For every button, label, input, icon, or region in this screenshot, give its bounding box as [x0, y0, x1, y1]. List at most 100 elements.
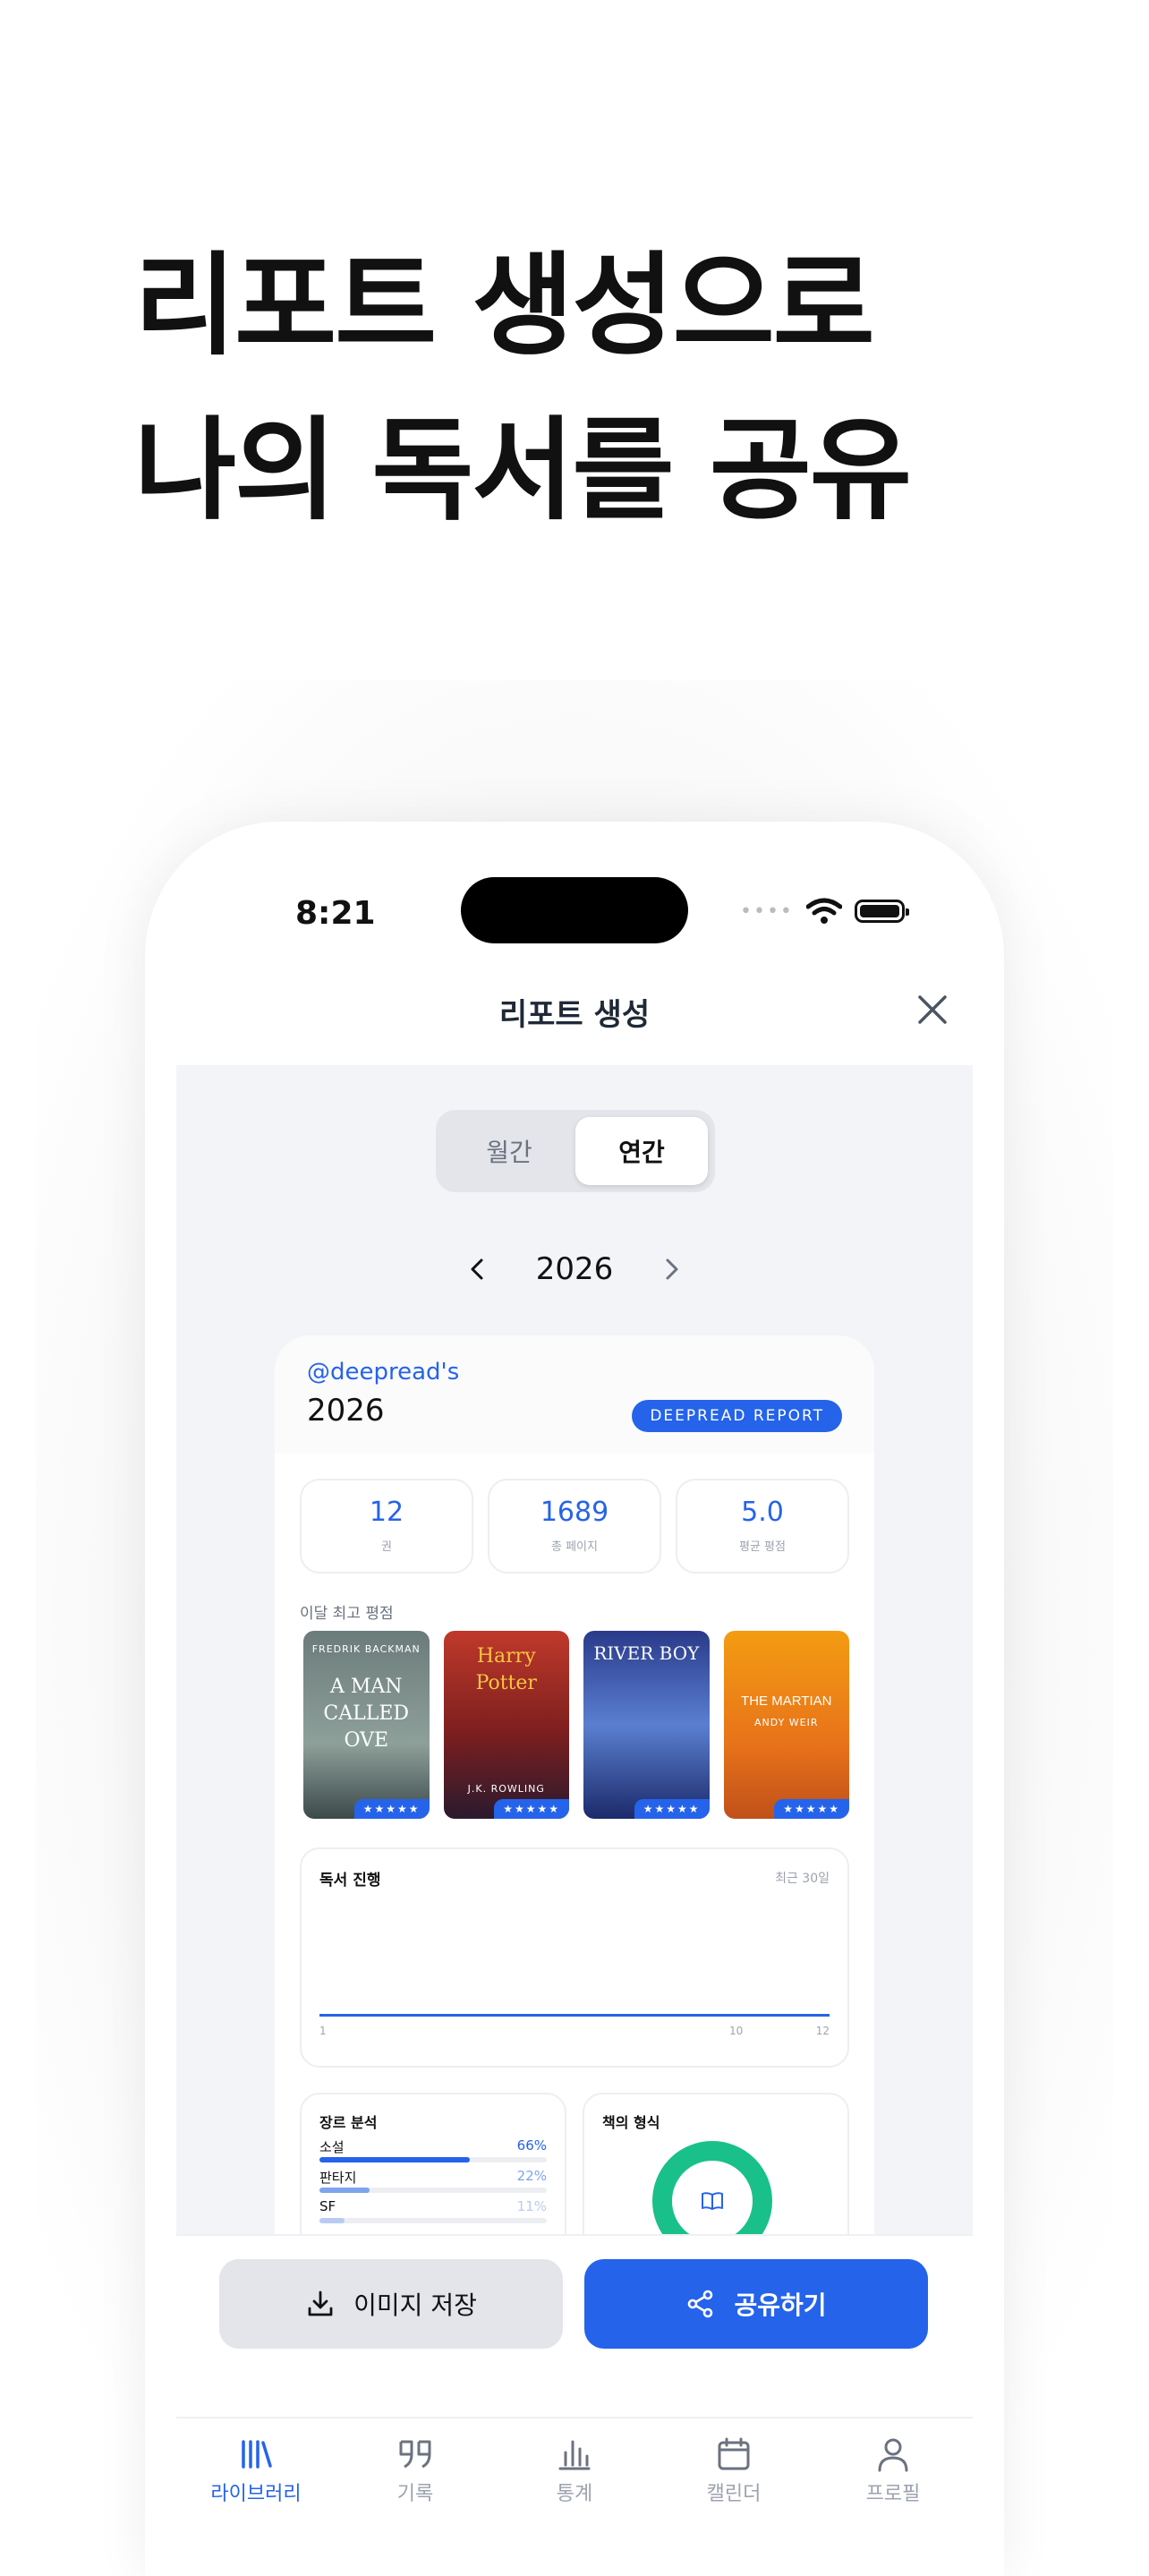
genre-bar: [319, 2218, 345, 2223]
genre-analysis-card: 장르 분석 소설 66% 판타지 22% SF 11%: [300, 2093, 566, 2234]
close-icon[interactable]: [915, 992, 950, 1028]
stat-value: 5.0: [741, 1497, 784, 1528]
profile-icon: [878, 2438, 908, 2472]
year-selector: 2026: [176, 1242, 973, 1296]
top-rated-books: FREDRIK BACKMAN A MAN CALLED OVE ★★★★★ J…: [303, 1631, 849, 1819]
report-preview-area[interactable]: 월간 연간 2026 @deepread's 2026 DEEPREAD REP…: [176, 1065, 973, 2234]
segment-yearly[interactable]: 연간: [575, 1117, 708, 1185]
save-image-button[interactable]: 이미지 저장: [219, 2259, 563, 2349]
tab-label: 통계: [556, 2483, 593, 2505]
progress-subtitle: 최근 30일: [775, 1872, 830, 1886]
progress-line: [319, 2014, 830, 2017]
progress-tick: 12: [815, 2025, 830, 2037]
page-title: 리포트 생성: [498, 997, 651, 1033]
signal-icon: ••••: [740, 900, 794, 923]
genre-row: 판타지 22%: [319, 2168, 547, 2198]
book-author: ANDY WEIR: [753, 1717, 819, 1728]
genre-row: 소설 66%: [319, 2137, 547, 2168]
genre-percent: 66%: [516, 2137, 547, 2154]
genre-name: 소설: [319, 2139, 345, 2155]
rating-stars: ★★★★★: [353, 1799, 430, 1819]
tab-calendar[interactable]: 캘린더: [654, 2418, 813, 2576]
phone-frame: 8:21 •••• 리포트 생성 월간 연간 2026 @deepread's …: [145, 822, 1004, 2576]
tab-records[interactable]: 기록: [336, 2418, 495, 2576]
chevron-left-icon[interactable]: [463, 1254, 493, 1284]
stat-label: 평균 평점: [739, 1540, 786, 1554]
progress-tick: 10: [729, 2025, 744, 2037]
tab-stats[interactable]: 통계: [495, 2418, 654, 2576]
rating-stars: ★★★★★: [634, 1799, 710, 1819]
stat-label: 총 페이지: [551, 1540, 598, 1554]
share-button[interactable]: 공유하기: [584, 2259, 928, 2349]
chart-icon: [558, 2440, 591, 2470]
status-time: 8:21: [295, 895, 376, 932]
segment-monthly[interactable]: 월간: [443, 1117, 575, 1185]
tab-bar: 라이브러리 기록 통계 캘린더 프로필: [176, 2417, 973, 2576]
dynamic-island: [461, 877, 688, 943]
format-title: 책의 형식: [602, 2114, 660, 2131]
book-title: THE MARTIAN: [741, 1693, 832, 1709]
book-author: FREDRIK BACKMAN: [311, 1643, 421, 1655]
genre-bar: [319, 2188, 370, 2193]
book-cover: J.K. ROWLING Harry Potter ★★★★★: [443, 1631, 569, 1819]
book-icon: [702, 2192, 723, 2210]
genre-row: SF 11%: [319, 2198, 547, 2229]
calendar-icon: [718, 2437, 750, 2470]
progress-tick: 1: [319, 2025, 327, 2037]
report-badge: DEEPREAD REPORT: [632, 1400, 842, 1432]
genre-bar: [319, 2157, 470, 2162]
rating-stars: ★★★★★: [494, 1799, 569, 1819]
format-donut-chart: [652, 2141, 772, 2234]
battery-icon: [854, 900, 909, 923]
genre-title: 장르 분석: [319, 2114, 378, 2131]
progress-title: 독서 진행: [319, 1872, 381, 1889]
book-author: J.K. ROWLING: [467, 1783, 545, 1795]
genre-percent: 11%: [516, 2198, 547, 2214]
stat-value: 1689: [540, 1497, 609, 1528]
action-bar: 이미지 저장 공유하기: [176, 2234, 973, 2424]
book-title: Harry Potter: [475, 1645, 537, 1694]
tab-label: 기록: [396, 2483, 434, 2505]
stat-books: 12 권: [300, 1479, 473, 1574]
rating-stars: ★★★★★: [774, 1799, 849, 1819]
status-icons: ••••: [740, 893, 909, 929]
wifi-icon: [805, 898, 842, 924]
period-segmented-control: 월간 연간: [436, 1110, 715, 1192]
stat-pages: 1689 총 페이지: [488, 1479, 661, 1574]
report-year: 2026: [307, 1393, 385, 1429]
tab-label: 프로필: [865, 2483, 921, 2505]
genre-name: 판타지: [319, 2170, 357, 2186]
stats-row: 12 권 1689 총 페이지 5.0 평균 평점: [300, 1479, 849, 1574]
stat-label: 권: [381, 1540, 392, 1554]
selected-year: 2026: [535, 1251, 614, 1287]
tab-profile[interactable]: 프로필: [813, 2418, 973, 2576]
user-handle: @deepread's: [307, 1359, 460, 1386]
marketing-headline: 리포트 생성으로 나의 독서를 공유: [134, 224, 912, 553]
quote-icon: [399, 2440, 431, 2469]
book-title: A MAN CALLED OVE: [323, 1676, 410, 1752]
library-icon: [242, 2440, 272, 2469]
stat-value: 12: [369, 1497, 404, 1528]
book-cover: ANDY WEIR THE MARTIAN ★★★★★: [723, 1631, 849, 1819]
share-icon: [688, 2290, 713, 2318]
headline-line-2: 나의 독서를 공유: [134, 406, 912, 535]
save-image-label: 이미지 저장: [353, 2290, 477, 2320]
top-rated-label: 이달 최고 평점: [300, 1605, 394, 1623]
tab-library[interactable]: 라이브러리: [176, 2418, 336, 2576]
genre-name: SF: [319, 2198, 336, 2214]
chevron-right-icon[interactable]: [656, 1254, 686, 1284]
book-title: RIVER BOY: [593, 1642, 700, 1664]
book-cover: FREDRIK BACKMAN A MAN CALLED OVE ★★★★★: [303, 1631, 430, 1819]
report-card-header: @deepread's 2026 DEEPREAD REPORT: [275, 1335, 874, 1454]
book-cover: RIVER BOY ★★★★★: [583, 1631, 710, 1819]
tab-label: 캘린더: [706, 2483, 762, 2505]
headline-line-1: 리포트 생성으로: [134, 242, 875, 371]
book-format-card: 책의 형식: [583, 2093, 849, 2234]
tab-label: 라이브러리: [210, 2483, 302, 2505]
download-icon: [308, 2290, 333, 2316]
stat-rating: 5.0 평균 평점: [676, 1479, 849, 1574]
reading-progress-card: 독서 진행 최근 30일 1 10 12: [300, 1847, 849, 2068]
genre-percent: 22%: [516, 2168, 547, 2184]
share-label: 공유하기: [734, 2290, 827, 2320]
report-card: @deepread's 2026 DEEPREAD REPORT 12 권 16…: [275, 1335, 874, 2234]
